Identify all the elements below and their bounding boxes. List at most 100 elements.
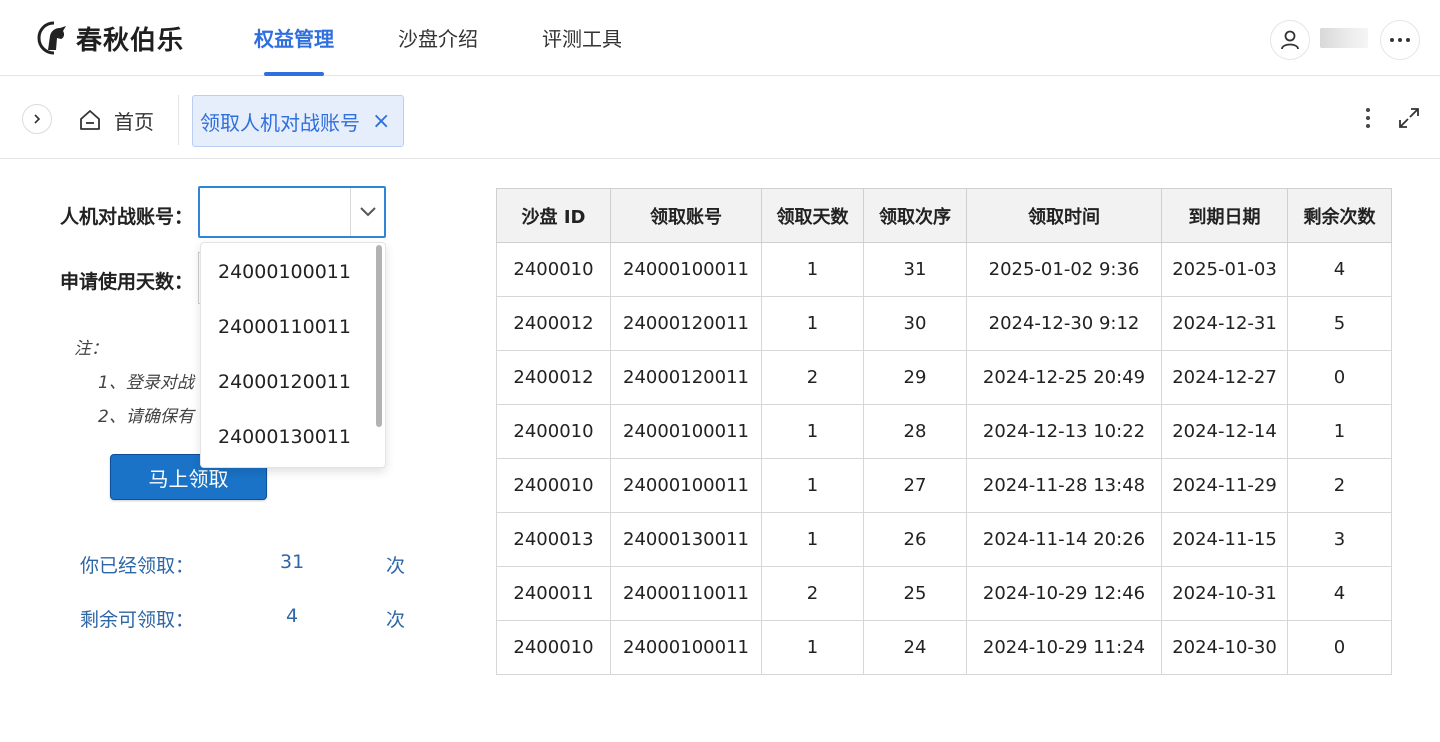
table-cell: 28 (863, 404, 967, 459)
table-cell: 2400010 (496, 404, 611, 459)
main-nav: 权益管理 沙盘介绍 评测工具 (232, 0, 664, 76)
table-cell: 2 (1287, 458, 1392, 513)
tab-claim-account-label: 领取人机对战账号 (200, 110, 360, 135)
tab-claim-account[interactable]: 领取人机对战账号 × (192, 95, 404, 147)
tab-home-label: 首页 (114, 109, 154, 134)
claimed-unit: 次 (386, 555, 406, 577)
table-row: 2400010 24000100011 1 24 2024-10-29 11:24 202… (496, 620, 1392, 675)
table-cell: 2400010 (496, 620, 611, 675)
table-cell: 2025-01-02 9:36 (966, 242, 1162, 297)
table-cell: 1 (761, 458, 864, 513)
note-title: 注： (74, 339, 108, 359)
table-body: 2400010 24000100011 1 31 2025-01-02 9:36 2025… (496, 242, 1392, 675)
claimed-label: 你已经领取： (80, 555, 195, 577)
table-cell: 2024-12-30 9:12 (966, 296, 1162, 351)
table-cell: 2024-12-27 (1161, 350, 1288, 405)
table-cell: 2024-10-31 (1161, 566, 1288, 621)
nav-item-rights-management[interactable]: 权益管理 (232, 0, 356, 76)
dropdown-option[interactable]: 24000100011 (201, 243, 385, 298)
table-row: 2400010 24000100011 1 27 2024-11-28 13:48 202… (496, 458, 1392, 513)
close-icon[interactable]: × (372, 109, 390, 134)
table-cell: 27 (863, 458, 967, 513)
table-cell: 0 (1287, 620, 1392, 675)
col-header-expiry: 到期日期 (1161, 188, 1288, 243)
table-cell: 24000130011 (610, 512, 762, 567)
more-button[interactable] (1380, 20, 1420, 60)
tab-menu-button[interactable] (1358, 103, 1378, 133)
more-vertical-icon (1366, 108, 1370, 112)
dropdown-option[interactable]: 24000130011 (201, 408, 385, 463)
table-cell: 25 (863, 566, 967, 621)
dropdown-option[interactable]: 24000120011 (201, 353, 385, 408)
app-logo[interactable]: 春秋伯乐 (36, 18, 184, 58)
table-cell: 2024-11-29 (1161, 458, 1288, 513)
claim-records-table: 沙盘 ID 领取账号 领取天数 领取次序 领取时间 到期日期 剩余次数 2400… (496, 188, 1392, 675)
table-cell: 24000100011 (610, 458, 762, 513)
table-cell: 24 (863, 620, 967, 675)
table-cell: 2400010 (496, 242, 611, 297)
col-header-order: 领取次序 (863, 188, 967, 243)
nav-item-assessment-tools[interactable]: 评测工具 (520, 0, 644, 76)
table-cell: 24000100011 (610, 404, 762, 459)
table-cell: 2024-10-30 (1161, 620, 1288, 675)
table-cell: 5 (1287, 296, 1392, 351)
remaining-label: 剩余可领取： (80, 609, 195, 631)
table-cell: 24000100011 (610, 620, 762, 675)
table-cell: 2024-10-29 11:24 (966, 620, 1162, 675)
table-row: 2400010 24000100011 1 31 2025-01-02 9:36 2025… (496, 242, 1392, 297)
fullscreen-icon[interactable] (1396, 105, 1422, 131)
table-row: 2400011 24000110011 2 25 2024-10-29 12:46 202… (496, 566, 1392, 621)
table-cell: 2 (761, 566, 864, 621)
table-row: 2400012 24000120011 1 30 2024-12-30 9:12 2024… (496, 296, 1392, 351)
chevron-down-icon (359, 207, 376, 217)
table-cell: 2024-12-25 20:49 (966, 350, 1162, 405)
user-button[interactable] (1270, 20, 1310, 60)
account-dropdown: 24000100011 24000110011 24000120011 2400… (200, 242, 386, 468)
tab-bar: 首页 领取人机对战账号 × (0, 77, 1440, 159)
select-arrow[interactable] (350, 188, 384, 236)
table-cell: 2024-10-29 12:46 (966, 566, 1162, 621)
remaining-value: 4 (286, 605, 299, 627)
col-header-remaining: 剩余次数 (1287, 188, 1392, 243)
dropdown-option[interactable]: 24000110011 (201, 298, 385, 353)
table-cell: 1 (761, 242, 864, 297)
account-select[interactable] (198, 186, 386, 238)
top-header: 春秋伯乐 权益管理 沙盘介绍 评测工具 (0, 0, 1440, 76)
tab-divider (178, 95, 179, 145)
table-cell: 24000120011 (610, 296, 762, 351)
tab-home[interactable]: 首页 (78, 105, 154, 135)
sidebar-toggle-button[interactable] (22, 104, 52, 134)
claimed-value: 31 (280, 551, 305, 573)
table-cell: 4 (1287, 242, 1392, 297)
remaining-unit: 次 (386, 609, 406, 631)
table-cell: 1 (761, 404, 864, 459)
days-label: 申请使用天数： (60, 271, 194, 293)
table-cell: 2024-11-28 13:48 (966, 458, 1162, 513)
table-cell: 1 (761, 512, 864, 567)
table-cell: 2024-11-14 20:26 (966, 512, 1162, 567)
table-cell: 26 (863, 512, 967, 567)
username-blurred (1320, 28, 1368, 48)
col-header-sandbox-id: 沙盘 ID (496, 188, 611, 243)
table-cell: 2400012 (496, 296, 611, 351)
table-cell: 2024-12-31 (1161, 296, 1288, 351)
table-cell: 30 (863, 296, 967, 351)
table-cell: 2400012 (496, 350, 611, 405)
table-cell: 2024-12-13 10:22 (966, 404, 1162, 459)
chevron-right-icon (34, 114, 41, 124)
nav-item-sandbox-intro[interactable]: 沙盘介绍 (376, 0, 500, 76)
table-cell: 1 (761, 620, 864, 675)
table-row: 2400012 24000120011 2 29 2024-12-25 20:49 202… (496, 350, 1392, 405)
table-cell: 29 (863, 350, 967, 405)
table-cell: 3 (1287, 512, 1392, 567)
table-cell: 24000110011 (610, 566, 762, 621)
table-cell: 4 (1287, 566, 1392, 621)
table-header-row: 沙盘 ID 领取账号 领取天数 领取次序 领取时间 到期日期 剩余次数 (496, 188, 1392, 243)
table-cell: 2025-01-03 (1161, 242, 1288, 297)
dropdown-scrollbar[interactable] (376, 245, 382, 427)
table-cell: 2024-11-15 (1161, 512, 1288, 567)
home-icon (80, 110, 100, 130)
table-cell: 31 (863, 242, 967, 297)
col-header-account: 领取账号 (610, 188, 762, 243)
note-line-1: 1、登录对战 (98, 373, 194, 393)
